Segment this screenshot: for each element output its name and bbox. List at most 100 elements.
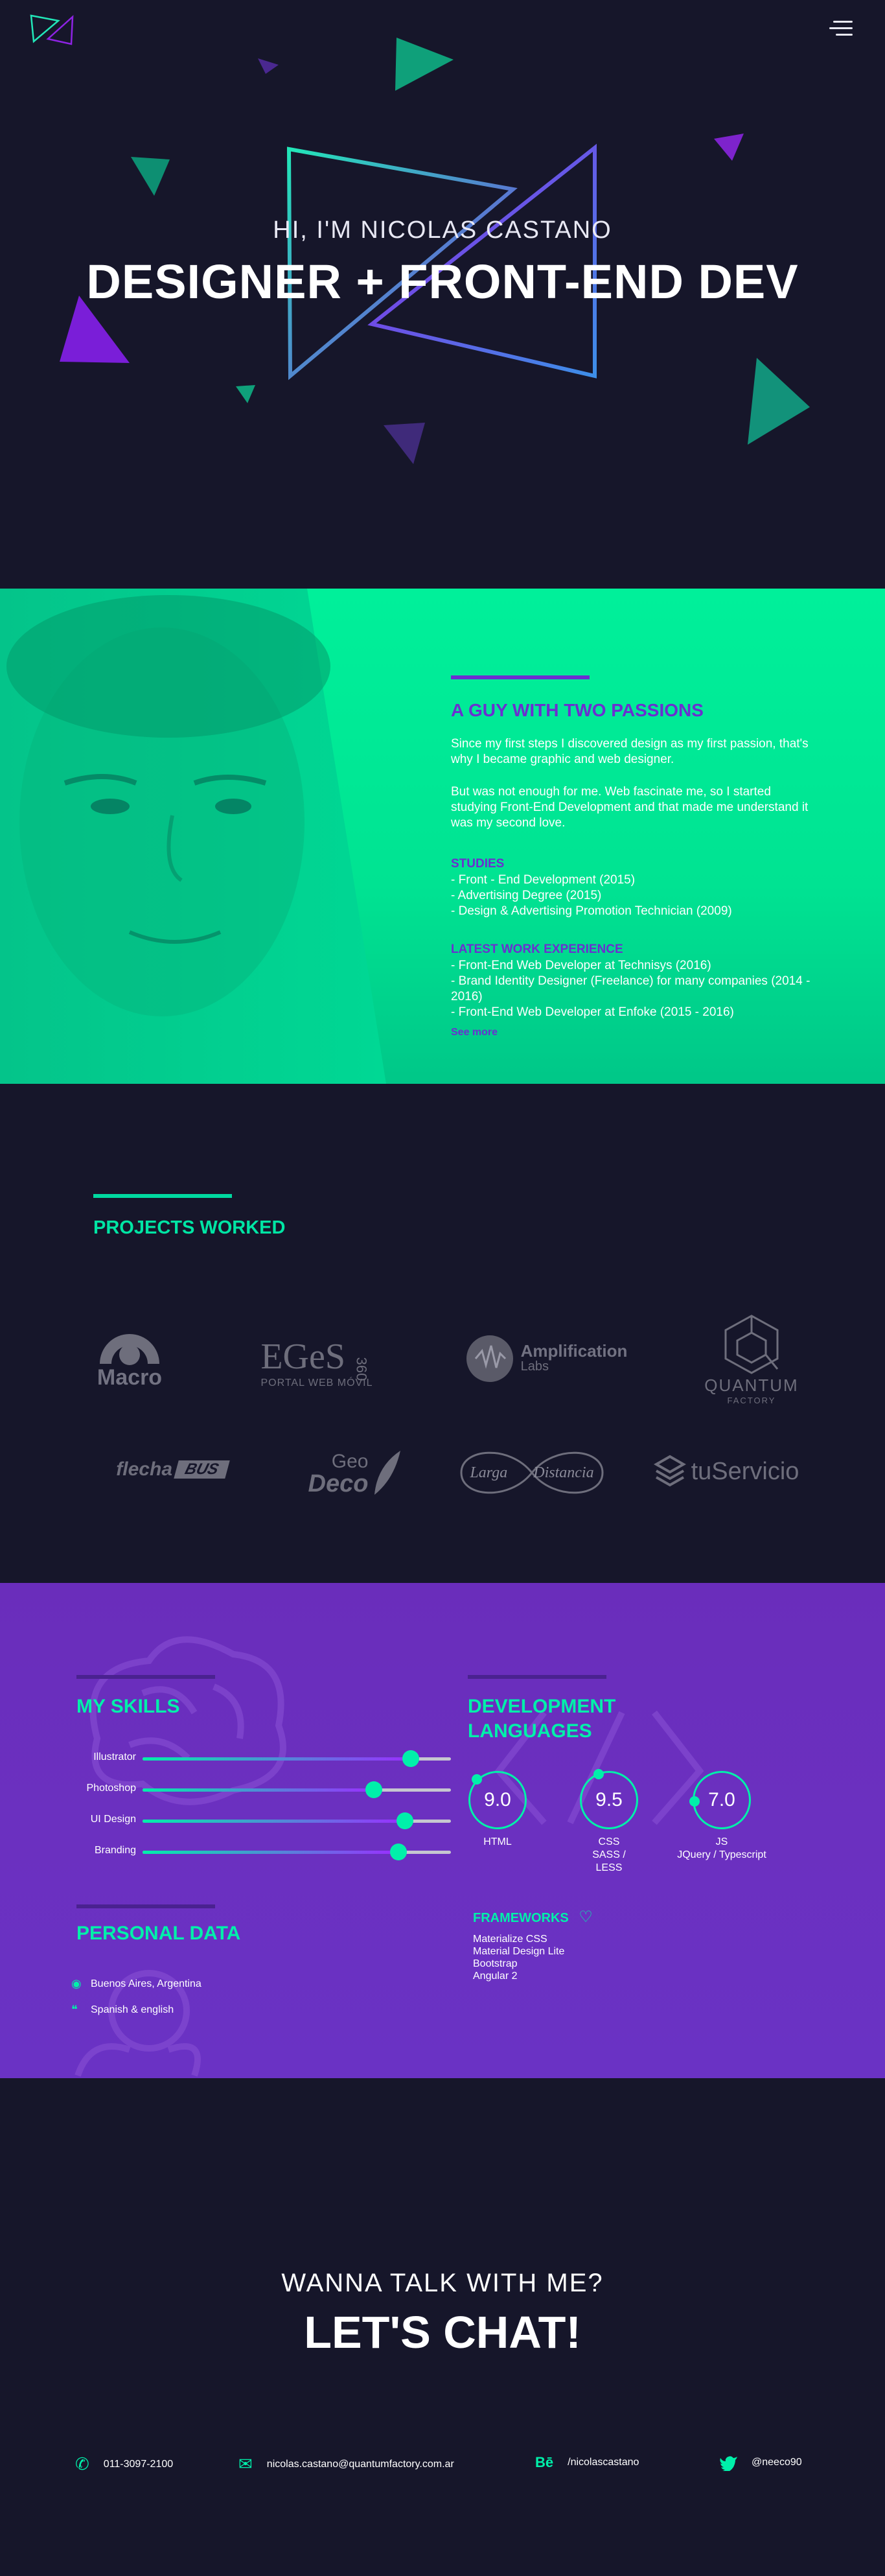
brand-quantum: QUANTUM FACTORY — [700, 1304, 803, 1414]
personal-languages: ❝ Spanish & english — [71, 2003, 174, 2017]
skill-label: Branding — [94, 1845, 136, 1856]
gauge-css: 9.5 CSS SASS / LESS — [578, 1769, 640, 1875]
gauge-label: HTML — [483, 1836, 512, 1847]
frameworks-list: Materialize CSS Material Design Lite Boo… — [473, 1933, 564, 1982]
contact-twitter[interactable]: @neeco90 — [719, 2454, 802, 2471]
chat-bubble-icon: ❝ — [71, 2003, 78, 2016]
contact-email-text: nicolas.castano@quantumfactory.com.ar — [266, 2458, 454, 2470]
brand-amplification-name: Amplification — [520, 1341, 628, 1361]
projects-section: PROJECTS WORKED Macro EGeS 360 PORTAL WE… — [0, 1084, 885, 1583]
studies-label: STUDIES — [451, 857, 505, 871]
about-divider — [451, 675, 590, 679]
brand-tuservicio: tuServicio — [645, 1453, 807, 1490]
portrait-photo — [0, 589, 386, 1084]
dev-heading: DEVELOPMENT LANGUAGES — [468, 1696, 616, 1742]
brand-eges: EGeS 360 PORTAL WEB MÓVIL — [242, 1330, 391, 1395]
contact-email[interactable]: ✉ nicolas.castano@quantumfactory.com.ar — [238, 2454, 454, 2474]
work-item: - Front-End Web Developer at Technisys (… — [451, 959, 711, 972]
gauge-label-main: JS — [715, 1836, 728, 1847]
studies-item: - Front - End Development (2015) — [451, 873, 636, 887]
brand-macro: Macro — [91, 1324, 168, 1395]
skill-row-branding: Branding — [71, 1844, 451, 1860]
gauge-ring: 9.0 — [468, 1771, 527, 1829]
skill-label: Photoshop — [86, 1783, 136, 1794]
contact-subtitle: WANNA TALK WITH ME? — [281, 2269, 604, 2297]
about-heading: A GUY WITH TWO PASSIONS — [451, 700, 704, 720]
eges-logo-icon: EGeS 360 — [260, 1336, 373, 1381]
work-item: - Front-End Web Developer at Enfoke (201… — [451, 1005, 734, 1019]
frameworks-heading-text: FRAMEWORKS — [473, 1911, 569, 1925]
work-label: LATEST WORK EXPERIENCE — [451, 943, 623, 956]
hero-section: HI, I'M NICOLAS CASTANO DESIGNER + FRONT… — [0, 0, 885, 589]
triangle-logo-icon — [30, 14, 74, 45]
gauge-score: 7.0 — [708, 1789, 735, 1810]
brand-amplification: Amplification Labs — [457, 1333, 632, 1385]
framework-item: Materialize CSS — [473, 1934, 547, 1945]
skill-row-photoshop: Photoshop — [71, 1781, 451, 1798]
skill-label: Illustrator — [93, 1751, 136, 1762]
gauge-dot — [689, 1796, 700, 1807]
heart-icon: ♡ — [579, 1908, 593, 1926]
personal-heading: PERSONAL DATA — [76, 1923, 241, 1944]
skill-slider-handle[interactable] — [390, 1844, 408, 1860]
framework-item: Angular 2 — [473, 1971, 518, 1982]
brand-flechabus-name: flecha — [116, 1458, 173, 1480]
personal-location: ◉ Buenos Aires, Argentina — [71, 1977, 201, 1991]
skills-section: MY SKILLS Illustrator Photoshop UI Desig… — [0, 1583, 885, 2078]
macro-logo-icon — [100, 1333, 159, 1365]
contact-phone-text: 011-3097-2100 — [103, 2458, 174, 2470]
about-section: A GUY WITH TWO PASSIONS Since my first s… — [0, 589, 885, 1084]
hamburger-menu-icon — [833, 21, 853, 23]
site-logo[interactable] — [29, 13, 75, 47]
projects-divider — [93, 1194, 232, 1198]
personal-divider — [76, 1904, 215, 1908]
gauge-ring: 7.0 — [689, 1771, 751, 1829]
studies-item: - Design & Advertising Promotion Technic… — [451, 904, 732, 918]
personal-languages-text: Spanish & english — [91, 2004, 174, 2015]
hero-title: DESIGNER + FRONT-END DEV — [86, 255, 799, 309]
contact-twitter-text: @neeco90 — [752, 2457, 802, 2468]
brand-quantum-sub: FACTORY — [727, 1396, 776, 1405]
gauge-label-sub: SASS / LESS — [592, 1849, 626, 1873]
gauge-score: 9.5 — [595, 1789, 623, 1810]
skill-slider-handle[interactable] — [396, 1812, 413, 1829]
skill-slider-handle[interactable] — [402, 1750, 420, 1767]
contact-title: LET'S CHAT! — [304, 2307, 581, 2358]
quantum-cube-icon — [724, 1315, 779, 1374]
email-icon: ✉ — [238, 2454, 253, 2474]
hamburger-line — [836, 34, 853, 36]
skill-row-illustrator: Illustrator — [71, 1750, 451, 1767]
see-more-link[interactable]: See more — [451, 1027, 498, 1038]
skills-divider — [76, 1675, 215, 1679]
flechabus-logo-icon: flecha BUS — [116, 1458, 230, 1481]
brand-geodeco: Geo Deco — [298, 1434, 415, 1512]
gauge-html: 9.0 HTML — [466, 1771, 529, 1849]
skill-fill — [143, 1788, 374, 1792]
location-pin-icon: ◉ — [71, 1977, 82, 1990]
brand-amplification-sub: Labs — [520, 1359, 549, 1374]
studies-item: - Advertising Degree (2015) — [451, 889, 602, 902]
contact-phone[interactable]: ✆ 011-3097-2100 — [75, 2454, 173, 2474]
brand-geodeco-name: Geo — [331, 1451, 369, 1472]
brand-geodeco-sub: Deco — [308, 1470, 369, 1497]
gauge-ring: 9.5 — [580, 1769, 638, 1829]
personal-location-text: Buenos Aires, Argentina — [91, 1978, 201, 1989]
about-paragraph-1: Since my first steps I discovered design… — [451, 737, 809, 766]
geodeco-leaf-icon — [374, 1451, 401, 1495]
hamburger-menu-button[interactable] — [827, 16, 855, 41]
hero-greeting: HI, I'M NICOLAS CASTANO — [273, 217, 612, 244]
gauge-label-sub: JQuery / Typescript — [677, 1849, 766, 1860]
contact-behance[interactable]: Bē /nicolascastano — [535, 2454, 639, 2471]
skill-slider-handle[interactable] — [365, 1781, 382, 1798]
gauge-label-main: CSS — [598, 1836, 620, 1847]
contact-behance-text: /nicolascastano — [568, 2457, 639, 2468]
phone-icon: ✆ — [75, 2454, 89, 2474]
projects-heading: PROJECTS WORKED — [93, 1217, 286, 1238]
dev-divider — [468, 1675, 606, 1679]
gauge-label: CSS SASS / LESS — [578, 1836, 640, 1875]
layers-icon — [653, 1455, 686, 1487]
brand-larga-distancia: Larga Distancia — [457, 1442, 606, 1504]
brand-eges-extra: 360 — [353, 1357, 370, 1381]
skill-fill — [143, 1851, 399, 1854]
gauge-js: 7.0 JS JQuery / Typescript — [677, 1771, 766, 1862]
